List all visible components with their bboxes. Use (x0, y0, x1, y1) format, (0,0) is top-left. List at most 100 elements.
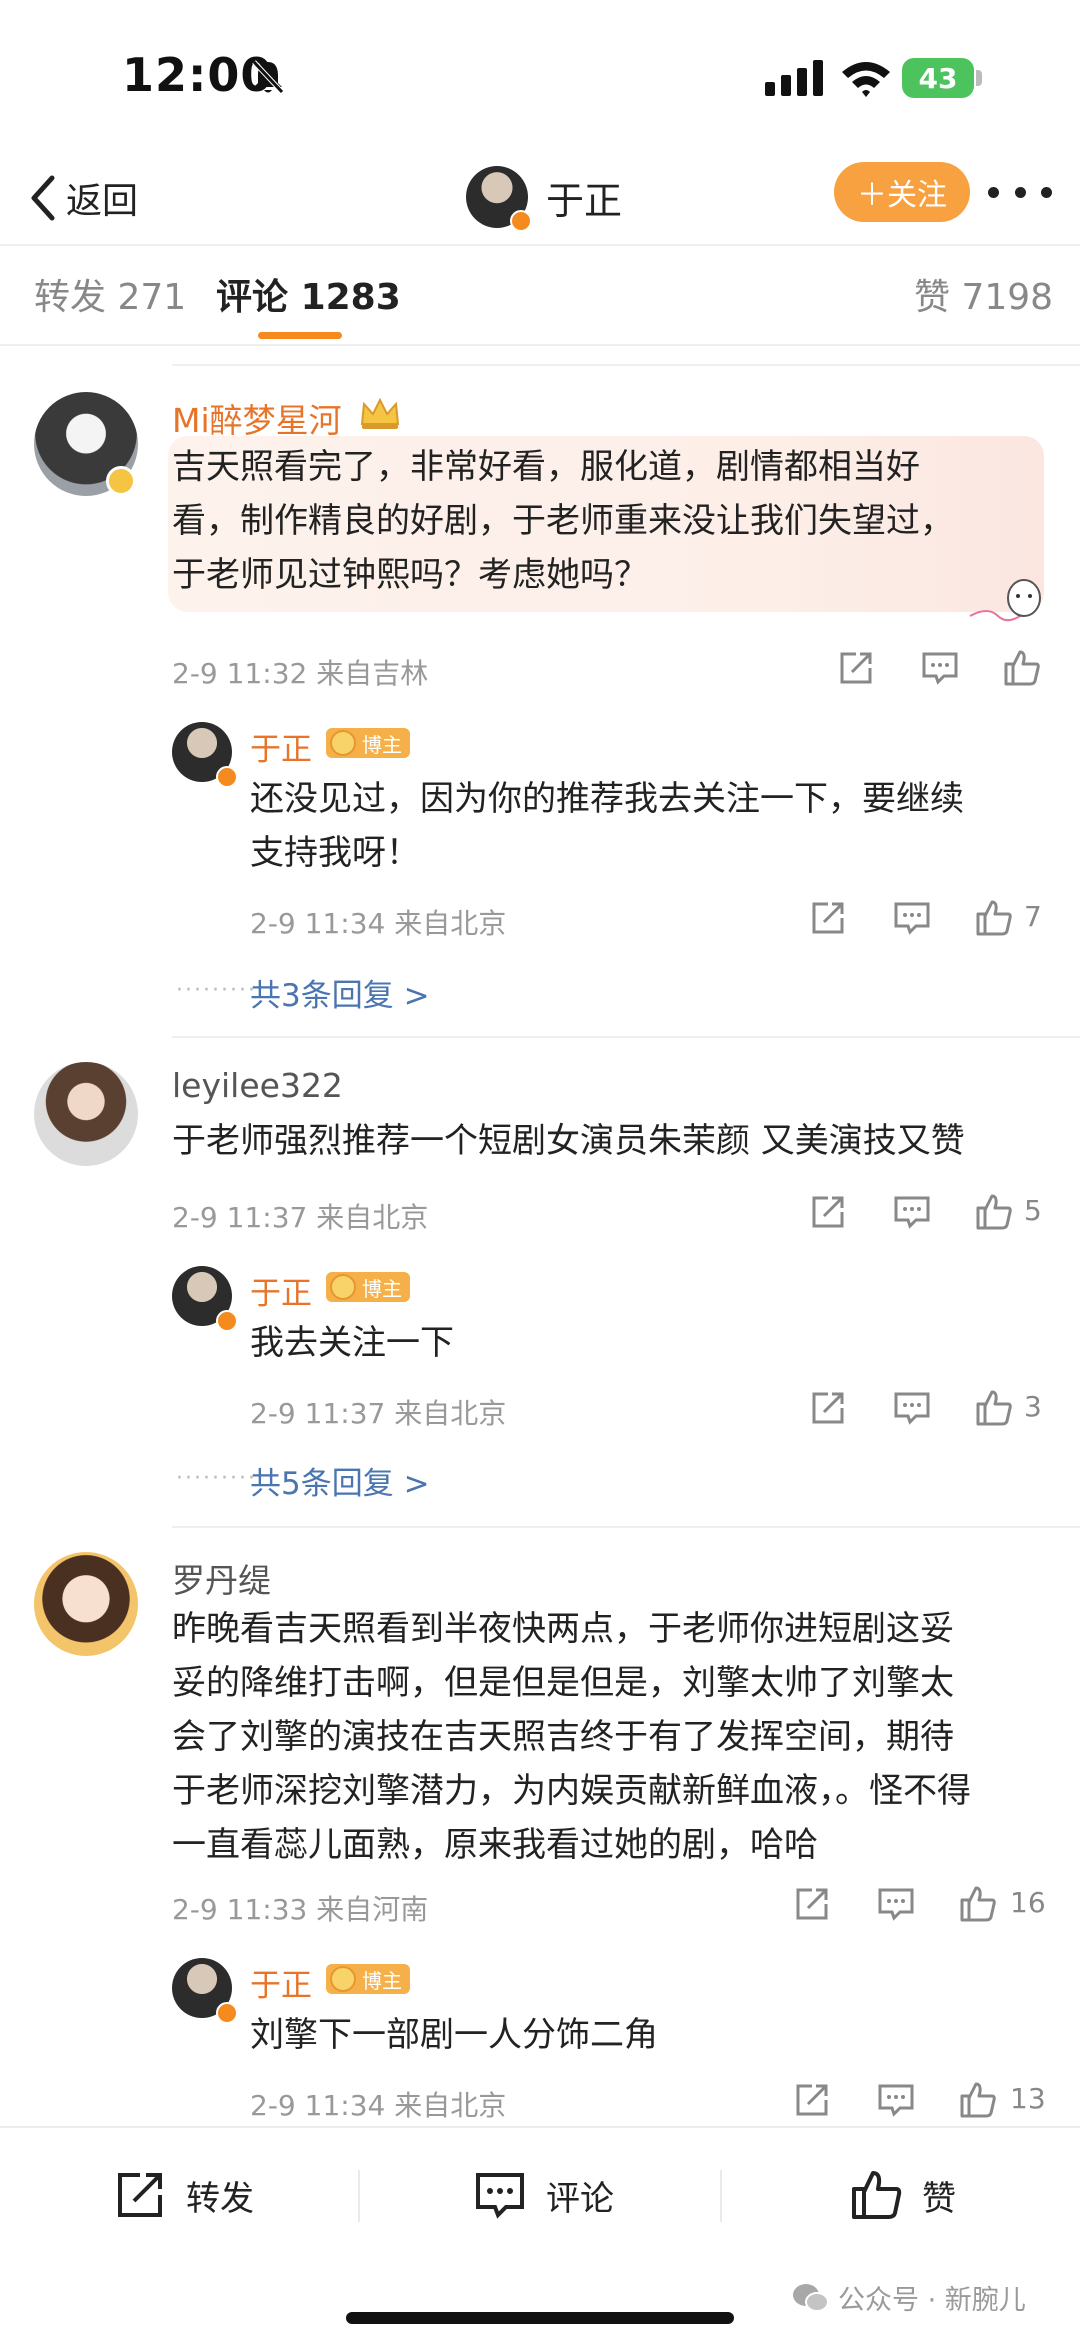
chevron-left-icon (31, 175, 55, 221)
reply-actions: 3 (808, 1388, 1058, 1432)
crown-badge-icon (330, 1966, 356, 1992)
host-badge: 博主 (326, 728, 410, 758)
share-icon (118, 2173, 162, 2217)
verified-badge-icon (216, 2002, 238, 2024)
verified-badge-icon (216, 766, 238, 788)
account-name: 于正 (546, 178, 623, 223)
comment-button[interactable]: 评论 (472, 2160, 614, 2230)
like-icon[interactable] (958, 2080, 998, 2120)
share-icon[interactable] (808, 898, 848, 938)
avatar[interactable] (172, 1958, 238, 2024)
follow-button[interactable]: ＋关注 (834, 162, 970, 222)
avatar[interactable] (34, 1552, 138, 1656)
bubble-decoration-icon (969, 579, 1041, 622)
avatar[interactable] (466, 166, 532, 232)
tab-likes[interactable]: 赞 7198 (914, 268, 1053, 320)
comment-text: 吉天照看完了，非常好看，服化道，剧情都相当好 看，制作精良的好剧，于老师重来没让… (172, 447, 954, 595)
status-bar: 12:00 43 (0, 0, 1080, 150)
dotted-line: ········· (176, 1466, 257, 1491)
share-icon[interactable] (808, 1192, 848, 1232)
tab-comments[interactable]: 评论 1283 (216, 268, 401, 320)
more-replies-link[interactable]: 共3条回复 > (250, 970, 430, 1015)
comment-meta: 2-9 11:32 来自吉林 (172, 657, 429, 690)
tab-repost[interactable]: 转发 271 (34, 268, 186, 320)
like-icon[interactable] (974, 898, 1014, 938)
avatar[interactable] (172, 1266, 238, 1332)
share-icon[interactable] (792, 2080, 832, 2120)
bell-muted-icon (252, 60, 284, 94)
battery-indicator: 43 (902, 58, 974, 98)
reply-text: 刘擎下一部剧一人分饰二角 (250, 2015, 658, 2055)
divider (0, 244, 1080, 246)
reply-actions: 7 (808, 898, 1058, 942)
comment-username[interactable]: 罗丹缇 (172, 1554, 271, 1602)
comment-meta: 2-9 11:33 来自河南 (172, 1893, 429, 1926)
reply-username[interactable]: 于正 (250, 1268, 312, 1313)
verified-badge-icon (106, 466, 136, 496)
reply-text: 我去关注一下 (250, 1323, 454, 1363)
back-button[interactable]: 返回 (26, 168, 138, 228)
comment-icon[interactable] (876, 2080, 916, 2120)
account-header[interactable]: 于正 (466, 164, 623, 232)
back-label: 返回 (66, 181, 139, 222)
comment-actions (836, 648, 1056, 692)
comment-label: 评论 (546, 2178, 614, 2219)
like-button[interactable]: 赞 (848, 2160, 956, 2230)
tab-bar: 转发 271 评论 1283 赞 7198 (0, 248, 1080, 344)
battery-tip (976, 70, 982, 86)
crown-badge-icon (330, 730, 356, 756)
verified-badge-icon (216, 1310, 238, 1332)
active-tab-indicator (258, 332, 342, 339)
share-icon[interactable] (836, 648, 876, 688)
comment-icon[interactable] (892, 1192, 932, 1232)
host-badge: 博主 (326, 1964, 410, 1994)
comment-icon[interactable] (892, 1388, 932, 1428)
like-icon[interactable] (1002, 648, 1042, 688)
divider (172, 1036, 1080, 1038)
watermark: 公众号 · 新腕儿 (792, 2278, 1026, 2317)
comment-actions: 16 (792, 1884, 1062, 1928)
comment-text: 于老师强烈推荐一个短剧女演员朱茉颜 又美演技又赞 (172, 1121, 965, 1161)
like-count: 5 (1024, 1194, 1042, 1227)
divider (172, 364, 1080, 366)
comment-actions: 5 (808, 1192, 1058, 1236)
divider (172, 1526, 1080, 1528)
like-count: 16 (1010, 1886, 1046, 1919)
crown-badge-icon (360, 397, 400, 429)
like-icon[interactable] (974, 1388, 1014, 1428)
share-icon[interactable] (792, 1884, 832, 1924)
more-options-icon[interactable] (988, 176, 1052, 208)
reply-meta: 2-9 11:34 来自北京 (250, 907, 507, 940)
repost-label: 转发 (186, 2178, 254, 2219)
comment-icon[interactable] (876, 1884, 916, 1924)
divider (0, 2126, 1080, 2128)
signal-icon (765, 60, 823, 96)
avatar[interactable] (172, 722, 238, 788)
crown-badge-icon (330, 1274, 356, 1300)
comment-text: 昨晚看吉天照看到半夜快两点，于老师你进短剧这妥 妥的降维打击啊，但是但是但是，刘… (172, 1609, 971, 1865)
comment-username[interactable]: Mi醉梦星河 (172, 394, 342, 442)
verified-badge-icon (510, 210, 532, 232)
comment-icon[interactable] (920, 648, 960, 688)
wechat-icon (793, 2283, 829, 2312)
like-icon[interactable] (974, 1192, 1014, 1232)
comment-icon[interactable] (892, 898, 932, 938)
like-count: 13 (1010, 2082, 1046, 2115)
reply-meta: 2-9 11:37 来自北京 (250, 1397, 507, 1430)
host-badge: 博主 (326, 1272, 410, 1302)
like-count: 7 (1024, 900, 1042, 933)
repost-button[interactable]: 转发 (112, 2160, 254, 2230)
reply-meta: 2-9 11:34 来自北京 (250, 2089, 507, 2122)
reply-username[interactable]: 于正 (250, 1960, 312, 2005)
reply-username[interactable]: 于正 (250, 724, 312, 769)
comment-username[interactable]: leyilee322 (172, 1066, 343, 1105)
home-indicator[interactable] (346, 2312, 734, 2324)
like-label: 赞 (922, 2178, 956, 2219)
share-icon[interactable] (808, 1388, 848, 1428)
avatar[interactable] (34, 1062, 138, 1166)
reply-actions: 13 (792, 2080, 1062, 2124)
like-icon[interactable] (958, 1884, 998, 1924)
like-icon (852, 2171, 902, 2219)
comment-icon (476, 2173, 524, 2219)
more-replies-link[interactable]: 共5条回复 > (250, 1458, 430, 1503)
